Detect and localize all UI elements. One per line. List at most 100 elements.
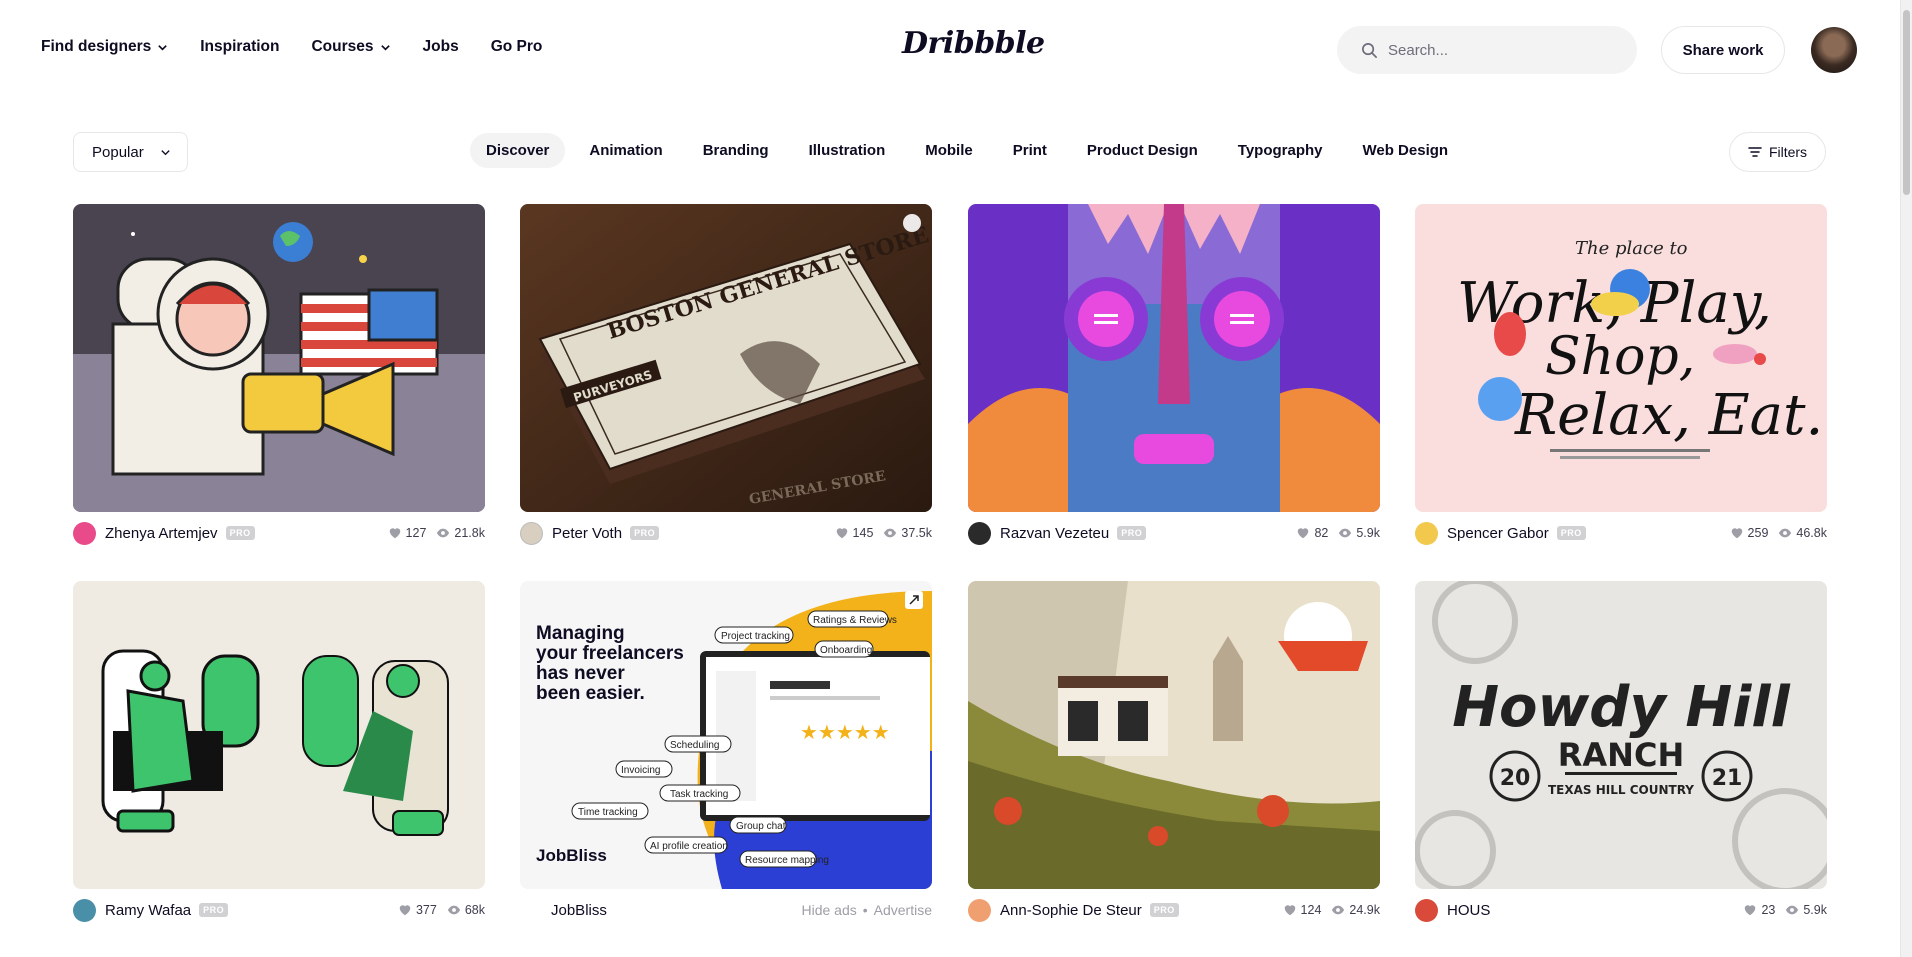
shot-stats: 377 68k [388,903,485,917]
svg-text:Task tracking: Task tracking [670,789,728,800]
author-name[interactable]: Spencer Gabor [1447,525,1549,542]
shot-card[interactable]: BOSTON GENERAL STORE PURVEYORS GENERAL S… [520,204,932,545]
tab-web-design[interactable]: Web Design [1347,133,1465,168]
shot-stats: 145 37.5k [825,526,932,540]
author-name[interactable]: Peter Voth [552,525,622,542]
views-count: 68k [464,903,485,917]
likes-count: 127 [405,526,427,540]
likes[interactable]: 82 [1296,526,1328,540]
shot-thumbnail[interactable] [968,581,1380,889]
filters-button[interactable]: Filters [1729,132,1826,172]
main-nav: Find designers Inspiration Courses Jobs … [41,38,574,56]
shot-thumbnail[interactable]: Howdy Hill RANCH TEXAS HILL COUNTRY 20 2… [1415,581,1827,889]
tab-typography[interactable]: Typography [1222,133,1339,168]
dribbble-logo[interactable]: Dribbble [902,26,1045,61]
author-avatar[interactable] [1415,521,1438,545]
ad-card[interactable]: ★★★★★ Managing your freelancers has neve… [520,581,932,922]
ranch-text: RANCH [1558,736,1684,774]
shot-stats: 82 5.9k [1286,526,1380,540]
likes[interactable]: 127 [388,526,427,540]
user-avatar[interactable] [1811,27,1857,73]
views: 46.8k [1778,526,1827,540]
chevron-down-icon [158,44,168,51]
author-avatar[interactable] [73,898,96,922]
ad-thumbnail[interactable]: ★★★★★ Managing your freelancers has neve… [520,581,932,889]
shot-card[interactable]: Ann-Sophie De Steur PRO 124 24.9k [968,581,1380,922]
likes[interactable]: 259 [1730,526,1768,540]
author-name[interactable]: Zhenya Artemjev [105,525,218,542]
shot-thumbnail[interactable] [73,581,485,889]
tab-discover[interactable]: Discover [470,133,566,168]
tab-branding[interactable]: Branding [687,133,785,168]
site-header: Find designers Inspiration Courses Jobs … [0,0,1900,100]
likes-count: 82 [1314,526,1329,540]
howdy-hill-text: Howdy Hill [1452,675,1790,740]
scrollbar-thumb[interactable] [1903,10,1910,195]
nav-courses[interactable]: Courses [311,38,390,56]
tab-print[interactable]: Print [997,133,1063,168]
author-name[interactable]: Ann-Sophie De Steur [1000,902,1142,919]
sort-select[interactable]: Popular [73,132,188,172]
astronaut-illustration [73,204,485,512]
shot-card[interactable]: Zhenya Artemjev PRO 127 21.8k [73,204,485,545]
likes[interactable]: 377 [398,903,437,917]
author-avatar[interactable] [73,521,96,545]
likes-count: 145 [852,526,874,540]
shot-card[interactable]: Razvan Vezeteu PRO 82 5.9k [968,204,1380,545]
likes[interactable]: 124 [1283,903,1322,917]
views: 21.8k [436,526,485,540]
author-avatar[interactable] [968,521,991,545]
tab-illustration[interactable]: Illustration [793,133,902,168]
author-name[interactable]: Razvan Vezeteu [1000,525,1109,542]
airplane-passengers-illustration [73,581,485,889]
shot-card[interactable]: The place to Work, Play, Shop, Relax, Ea… [1415,204,1827,545]
advertiser-logo[interactable] [520,898,542,922]
robot-face-illustration [968,204,1380,512]
tab-product-design[interactable]: Product Design [1071,133,1214,168]
shot-stats: 127 21.8k [378,526,485,540]
heart-icon [836,528,847,539]
pro-badge: PRO [1149,903,1179,917]
search-bar[interactable] [1337,26,1637,74]
eye-icon [1332,905,1345,915]
likes[interactable]: 23 [1743,903,1775,917]
shot-meta: Ann-Sophie De Steur PRO 124 24.9k [968,898,1380,922]
views-count: 24.9k [1349,903,1380,917]
nav-inspiration[interactable]: Inspiration [200,38,279,56]
views-count: 21.8k [454,526,485,540]
nav-find-designers[interactable]: Find designers [41,38,168,56]
tagline-text: The place to [1575,238,1688,259]
shot-card[interactable]: Howdy Hill RANCH TEXAS HILL COUNTRY 20 2… [1415,581,1827,922]
hide-ads-link[interactable]: Hide ads [801,902,856,918]
nav-jobs[interactable]: Jobs [423,38,459,56]
shot-card[interactable]: Ramy Wafaa PRO 377 68k [73,581,485,922]
shot-thumbnail[interactable] [73,204,485,512]
nav-go-pro[interactable]: Go Pro [491,38,543,56]
svg-text:Invoicing: Invoicing [621,765,660,776]
views-count: 5.9k [1356,526,1380,540]
shot-thumbnail[interactable]: The place to Work, Play, Shop, Relax, Ea… [1415,204,1827,512]
share-work-button[interactable]: Share work [1661,26,1785,74]
shot-thumbnail[interactable] [968,204,1380,512]
svg-text:Ratings & Reviews: Ratings & Reviews [813,615,897,626]
heart-icon [1284,905,1295,916]
author-avatar[interactable] [968,898,991,922]
likes[interactable]: 145 [835,526,874,540]
author-name[interactable]: Ramy Wafaa [105,902,191,919]
author-avatar[interactable] [520,521,543,545]
author-name[interactable]: HOUS [1447,902,1490,919]
pro-badge: PRO [630,526,660,540]
views: 5.9k [1338,526,1380,540]
shot-thumbnail[interactable]: BOSTON GENERAL STORE PURVEYORS GENERAL S… [520,204,932,512]
nav-label: Jobs [422,38,459,55]
advertise-link[interactable]: Advertise [874,902,932,918]
advertiser-name[interactable]: JobBliss [551,902,607,919]
page-scrollbar[interactable] [1900,0,1912,957]
likes-count: 124 [1300,903,1322,917]
author-avatar[interactable] [1415,898,1438,922]
shot-meta: Zhenya Artemjev PRO 127 21.8k [73,521,485,545]
tab-mobile[interactable]: Mobile [909,133,989,168]
search-input[interactable] [1388,41,1608,59]
tab-animation[interactable]: Animation [573,133,678,168]
hillside-house-illustration [968,581,1380,889]
